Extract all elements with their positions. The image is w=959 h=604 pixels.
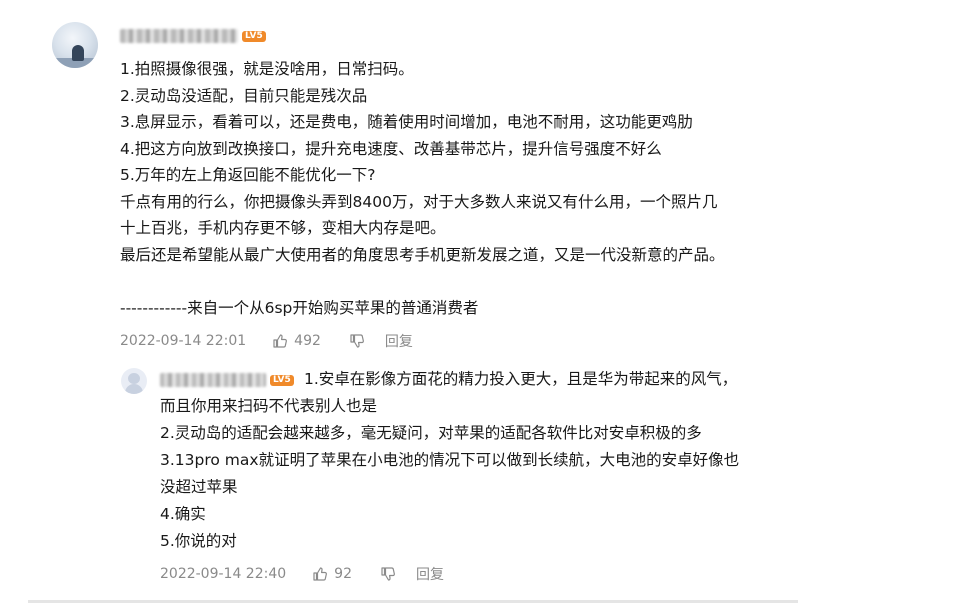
avatar[interactable]	[52, 22, 98, 68]
comment-line: 3.息屏显示，看着可以，还是费电，随着使用时间增加，电池不耐用，这功能更鸡肋	[120, 113, 693, 131]
comment-line: 千点有用的行么，你把摄像头弄到8400万，对于大多数人来说又有什么用，一个照片几	[120, 192, 718, 211]
comment-body: 1.拍照摄像很强，就是没啥用，日常扫码。 2.灵动岛没适配，目前只能是残次品 3…	[120, 56, 820, 321]
reply-button[interactable]: 回复	[385, 331, 413, 351]
thumbs-down-icon[interactable]	[380, 566, 396, 582]
username-redacted[interactable]	[160, 373, 266, 387]
comment-line: 最后还是希望能从最广大使用者的角度思考手机更新发展之道，又是一代没新意的产品。	[120, 245, 725, 264]
comment-author: LV5	[120, 27, 266, 45]
avatar-body	[125, 384, 143, 394]
thumbs-up-icon[interactable]	[272, 333, 288, 349]
reply-line: 没超过苹果	[160, 478, 238, 496]
reply-line: 2.灵动岛的适配会越来越多，毫无疑问，对苹果的适配各软件比对安卓积极的多	[160, 424, 702, 442]
reply-meta: 2022-09-14 22:40 92 回复	[160, 564, 444, 584]
reply-line: 而且你用来扫码不代表别人也是	[160, 397, 378, 415]
avatar-head	[128, 373, 140, 384]
comment-line: 5.万年的左上角返回能不能优化一下?	[120, 166, 376, 184]
comment-line: 1.拍照摄像很强，就是没啥用，日常扫码。	[120, 60, 414, 78]
comment-line	[120, 268, 820, 295]
avatar[interactable]	[121, 368, 147, 394]
username-redacted[interactable]	[120, 29, 238, 43]
comment-line: 十上百兆，手机内存更不够，变相大内存是吧。	[120, 219, 446, 237]
reply-button[interactable]: 回复	[416, 564, 444, 584]
divider	[28, 600, 798, 603]
reply-line: 5.你说的对	[160, 532, 237, 550]
thumbs-down-icon[interactable]	[349, 333, 365, 349]
comment-timestamp: 2022-09-14 22:01	[120, 333, 247, 349]
avatar-figure	[72, 45, 84, 61]
level-badge: LV5	[270, 374, 294, 386]
reply-first-line: 1.安卓在影像方面花的精力投入更大，且是华为带起来的风气，	[304, 370, 738, 388]
comment-line: 4.把这方向放到改换接口，提升充电速度、改善基带芯片，提升信号强度不好么	[120, 139, 662, 158]
like-count: 92	[334, 566, 352, 582]
comment-meta: 2022-09-14 22:01 492 回复	[120, 331, 413, 351]
reply-body: 而且你用来扫码不代表别人也是 2.灵动岛的适配会越来越多，毫无疑问，对苹果的适配…	[160, 393, 810, 555]
comment-line: ------------来自一个从6sp开始购买苹果的普通消费者	[120, 298, 479, 317]
comment-thread: LV5 1.拍照摄像很强，就是没啥用，日常扫码。 2.灵动岛没适配，目前只能是残…	[0, 0, 959, 604]
reply-line: 4.确实	[160, 505, 206, 523]
reply-line: 3.13pro max就证明了苹果在小电池的情况下可以做到长续航，大电池的安卓好…	[160, 451, 740, 469]
like-count: 492	[294, 333, 321, 349]
comment-line: 2.灵动岛没适配，目前只能是残次品	[120, 86, 368, 105]
reply-timestamp: 2022-09-14 22:40	[160, 566, 287, 582]
reply-author: LV5	[160, 371, 294, 389]
level-badge: LV5	[242, 30, 266, 42]
thumbs-up-icon[interactable]	[312, 566, 328, 582]
